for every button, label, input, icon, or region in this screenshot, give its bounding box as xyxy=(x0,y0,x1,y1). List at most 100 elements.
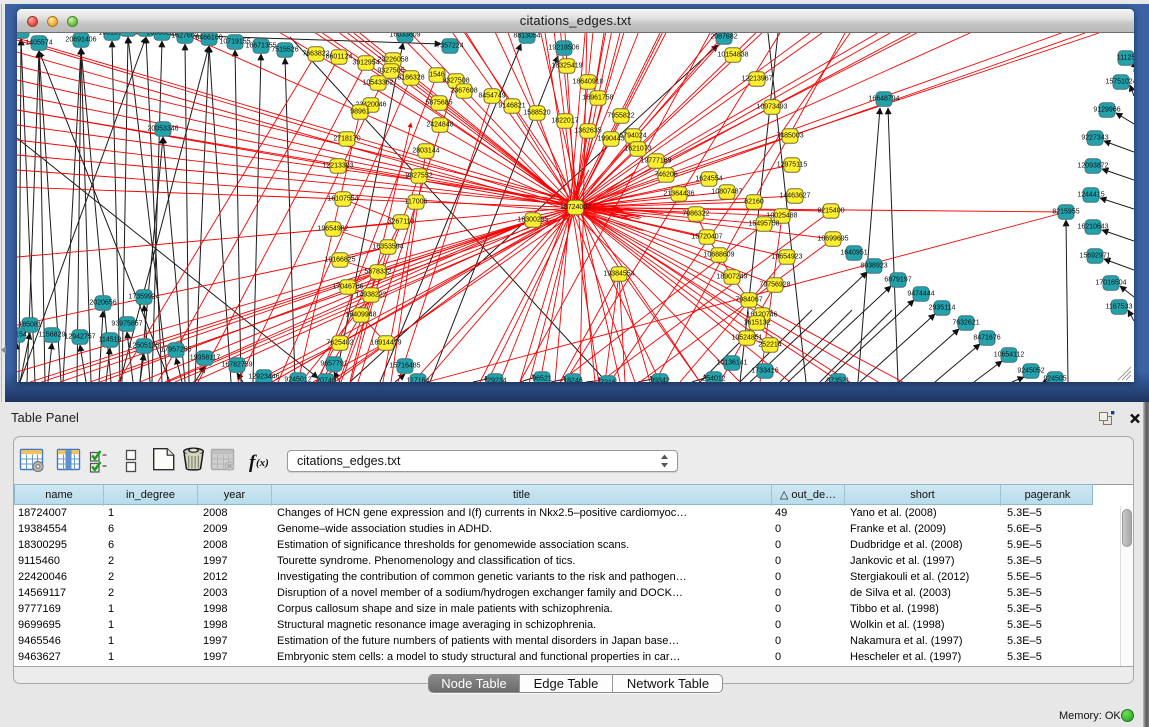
svg-text:20746: 20746 xyxy=(316,377,336,382)
svg-text:19654982: 19654982 xyxy=(317,225,348,232)
svg-text:15495758: 15495758 xyxy=(748,220,779,227)
svg-text:1588520: 1588520 xyxy=(523,109,550,116)
svg-text:746206: 746206 xyxy=(654,171,677,178)
svg-text:9146821: 9146821 xyxy=(498,102,525,109)
svg-text:9657791: 9657791 xyxy=(320,360,347,367)
svg-text:8938923: 8938923 xyxy=(860,262,887,269)
svg-text:10654112: 10654112 xyxy=(994,351,1025,358)
svg-text:18907249: 18907249 xyxy=(716,273,747,280)
svg-text:14136141: 14136141 xyxy=(716,359,747,366)
svg-text:12975115: 12975115 xyxy=(777,161,808,168)
svg-text:9827552: 9827552 xyxy=(405,172,432,179)
svg-text:8454749: 8454749 xyxy=(478,92,505,99)
svg-text:2424848: 2424848 xyxy=(426,121,453,128)
svg-text:18640910: 18640910 xyxy=(572,78,603,85)
svg-text:16210643: 16210643 xyxy=(1077,223,1108,230)
svg-text:19166825: 19166825 xyxy=(324,256,355,263)
svg-text:12213967: 12213967 xyxy=(741,75,772,82)
svg-text:15720407: 15720407 xyxy=(691,233,722,240)
svg-text:7357224: 7357224 xyxy=(436,42,463,49)
svg-text:3267110: 3267110 xyxy=(388,218,415,225)
svg-text:9245052: 9245052 xyxy=(1017,367,1044,374)
svg-text:10154838: 10154838 xyxy=(717,51,748,58)
svg-text:(x): (x) xyxy=(256,457,269,469)
svg-text:8601124: 8601124 xyxy=(326,53,353,60)
svg-text:7625402: 7625402 xyxy=(326,339,353,346)
svg-text:8471676: 8471676 xyxy=(973,334,1000,341)
svg-text:17359924: 17359924 xyxy=(128,293,159,300)
svg-text:17016504: 17016504 xyxy=(1095,279,1126,286)
svg-text:7515526: 7515526 xyxy=(271,46,298,53)
svg-text:19524851: 19524851 xyxy=(731,334,762,341)
svg-text:7632621: 7632621 xyxy=(952,319,979,326)
svg-text:7485003: 7485003 xyxy=(776,132,803,139)
svg-text:185081: 185081 xyxy=(18,321,41,328)
svg-text:18325419: 18325419 xyxy=(551,62,582,69)
svg-text:16648794: 16648794 xyxy=(868,95,899,102)
svg-text:39154: 39154 xyxy=(17,331,27,338)
svg-text:1362635: 1362635 xyxy=(574,127,601,134)
svg-text:23226058: 23226058 xyxy=(377,56,408,63)
svg-text:1405574: 1405574 xyxy=(25,39,52,46)
svg-text:114519: 114519 xyxy=(99,336,122,343)
svg-text:10543362: 10543362 xyxy=(362,79,393,86)
svg-text:9318: 9318 xyxy=(17,33,29,34)
svg-text:7986322: 7986322 xyxy=(682,210,709,217)
svg-text:79756928: 79756928 xyxy=(759,281,790,288)
svg-text:16914479: 16914479 xyxy=(370,339,401,346)
svg-text:8215955: 8215955 xyxy=(1052,208,1079,215)
svg-text:18300295: 18300295 xyxy=(517,216,548,223)
svg-text:8186328: 8186328 xyxy=(397,74,424,81)
svg-text:2020656: 2020656 xyxy=(89,299,116,306)
svg-text:16961758: 16961758 xyxy=(582,94,613,101)
svg-text:2718170: 2718170 xyxy=(333,135,360,142)
svg-text:1244415: 1244415 xyxy=(1077,191,1104,198)
svg-text:14938222: 14938222 xyxy=(355,291,386,298)
svg-text:11125: 11125 xyxy=(1117,54,1134,61)
svg-text:19218506: 19218506 xyxy=(548,44,579,51)
svg-text:16353594: 16353594 xyxy=(372,243,403,250)
svg-text:15716485: 15716485 xyxy=(389,362,420,369)
svg-text:1156829: 1156829 xyxy=(39,331,66,338)
svg-text:17957255: 17957255 xyxy=(160,346,191,353)
svg-text:2367608: 2367608 xyxy=(450,87,477,94)
svg-text:98961: 98961 xyxy=(350,108,370,115)
svg-text:9327508: 9327508 xyxy=(442,77,469,84)
svg-text:14463627: 14463627 xyxy=(779,192,810,199)
svg-text:12213303: 12213303 xyxy=(322,162,353,169)
svg-text:93975857: 93975857 xyxy=(111,320,142,327)
svg-text:1167533: 1167533 xyxy=(1106,303,1133,310)
svg-text:10807487: 10807487 xyxy=(711,188,742,195)
svg-text:19777169: 19777169 xyxy=(640,157,671,164)
svg-text:8813054: 8813054 xyxy=(513,33,540,39)
svg-text:2803144: 2803144 xyxy=(412,147,439,154)
svg-text:117164: 117164 xyxy=(407,377,430,382)
svg-text:1733416: 1733416 xyxy=(751,367,778,374)
svg-text:9245012: 9245012 xyxy=(284,376,311,382)
svg-text:10688609: 10688609 xyxy=(703,251,734,258)
svg-text:10973493: 10973493 xyxy=(756,103,787,110)
svg-text:16033809: 16033809 xyxy=(389,33,420,38)
svg-text:16782759: 16782759 xyxy=(221,361,252,368)
svg-text:7955822: 7955822 xyxy=(607,112,634,119)
svg-text:20691406: 20691406 xyxy=(65,36,96,43)
svg-text:19384554: 19384554 xyxy=(603,270,634,277)
svg-text:973521: 973521 xyxy=(826,377,849,382)
svg-text:12942757: 12942757 xyxy=(64,333,95,340)
svg-text:96521: 96521 xyxy=(532,375,552,382)
svg-text:7984067: 7984067 xyxy=(735,296,762,303)
svg-text:15751024: 15751024 xyxy=(1105,78,1134,85)
svg-text:16409948: 16409948 xyxy=(345,311,376,318)
svg-text:129234: 129234 xyxy=(483,377,506,382)
svg-text:2087682: 2087682 xyxy=(710,33,737,40)
svg-text:9215400: 9215400 xyxy=(817,207,844,214)
svg-text:924505: 924505 xyxy=(1043,375,1066,382)
svg-text:5878332: 5878332 xyxy=(364,268,391,275)
svg-text:2935114: 2935114 xyxy=(929,304,956,311)
svg-text:19654923: 19654923 xyxy=(771,253,802,260)
svg-text:6794024: 6794024 xyxy=(619,132,646,139)
svg-text:12505135: 12505135 xyxy=(128,342,159,349)
svg-text:3912954: 3912954 xyxy=(352,59,379,66)
svg-text:10699695: 10699695 xyxy=(817,235,848,242)
svg-text:12923446: 12923446 xyxy=(248,373,279,380)
